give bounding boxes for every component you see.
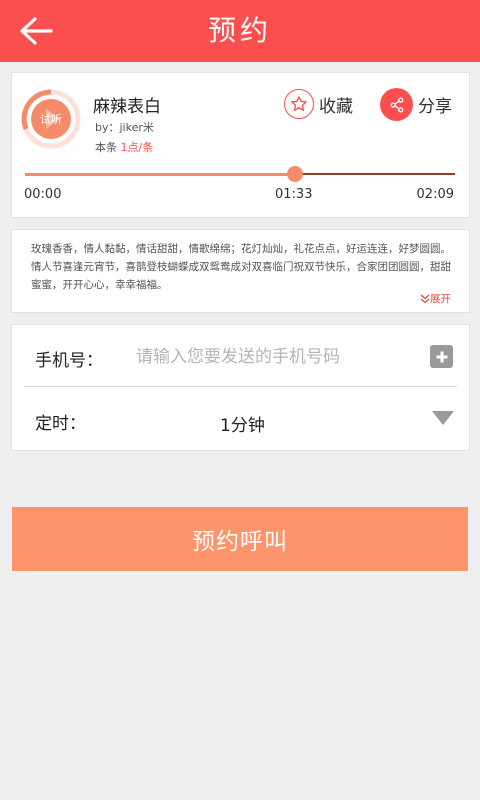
- favorite-label: 收藏: [319, 96, 353, 117]
- page-title: 预约: [207, 14, 272, 47]
- price-prefix: 本条: [95, 141, 117, 154]
- time-current: 01:33: [275, 187, 313, 202]
- share-label: 分享: [418, 97, 452, 117]
- disc-label: 试听: [40, 113, 62, 126]
- favorite-button[interactable]: 收藏: [284, 89, 353, 119]
- progress-fill: [25, 172, 296, 176]
- song-title: 麻辣表白: [93, 97, 161, 117]
- expand-button[interactable]: 展开: [420, 291, 451, 306]
- phone-input[interactable]: [136, 339, 426, 375]
- price-value: 1点/条: [120, 141, 154, 154]
- timer-select[interactable]: 1分钟: [220, 411, 265, 436]
- double-chevron-down-icon: [420, 294, 430, 303]
- top-bar: 预约: [0, 0, 480, 62]
- song-price: 本条 1点/条: [95, 139, 153, 155]
- time-end: 02:09: [416, 187, 454, 202]
- dropdown-arrow-icon[interactable]: [432, 411, 454, 425]
- add-contact-button[interactable]: [430, 345, 453, 368]
- schedule-call-button[interactable]: 预约呼叫: [12, 507, 468, 571]
- favorite-icon-wrap: [284, 89, 314, 119]
- booking-form: 手机号： 定时： 1分钟: [11, 324, 470, 451]
- share-icon: [390, 97, 403, 112]
- form-divider: [24, 386, 457, 387]
- progress-track[interactable]: [25, 166, 455, 182]
- star-icon: [291, 96, 307, 111]
- description-text: 玫瑰香香，情人黏黏，情话甜甜，情歌绵绵；花灯灿灿，礼花点点，好运连连，好梦圆圆。…: [31, 243, 451, 291]
- song-author: by：jiker米: [95, 121, 154, 134]
- timer-label: 定时：: [35, 414, 86, 434]
- expand-label: 展开: [430, 293, 451, 305]
- player-card: 试听 麻辣表白 by：jiker米 本条 1点/条 收藏 分享 00:00 01…: [11, 72, 470, 218]
- description-card: 玫瑰香香，情人黏黏，情话甜甜，情歌绵绵；花灯灿灿，礼花点点，好运连连，好梦圆圆。…: [11, 229, 470, 313]
- plus-icon: [436, 351, 447, 362]
- share-icon-wrap: [380, 88, 413, 121]
- share-button[interactable]: 分享: [380, 88, 452, 121]
- preview-play-button[interactable]: 试听: [21, 89, 81, 149]
- play-icon: 试听: [21, 89, 81, 149]
- phone-label: 手机号：: [35, 351, 103, 371]
- time-start: 00:00: [24, 187, 62, 202]
- progress-thumb[interactable]: [287, 166, 304, 182]
